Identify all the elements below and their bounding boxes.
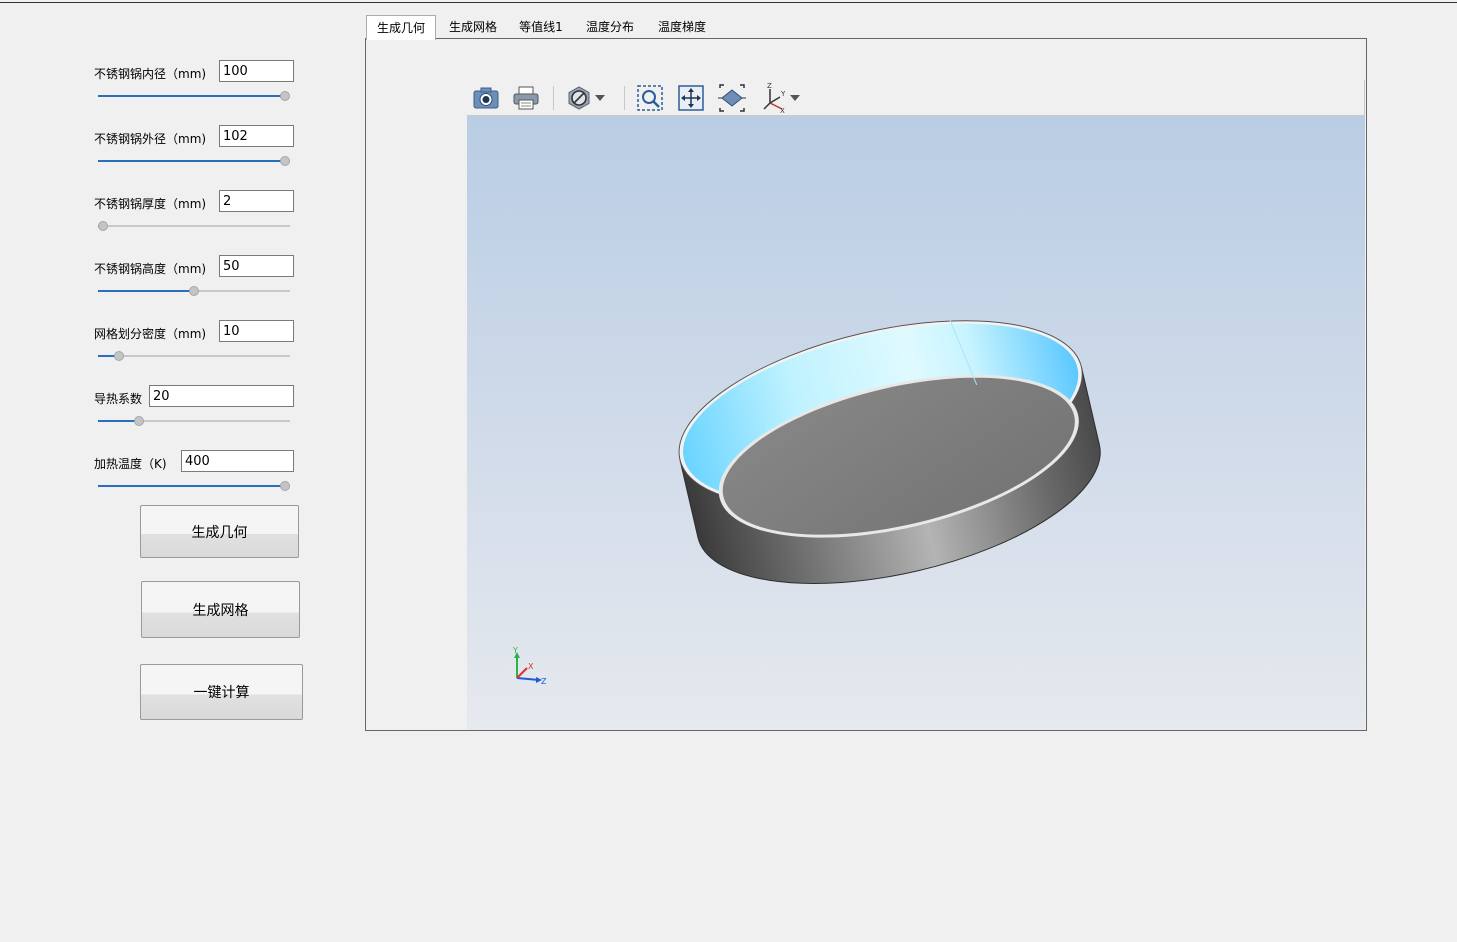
window-top-border <box>0 2 1457 3</box>
zoom-box-icon[interactable] <box>635 83 665 113</box>
3d-scene[interactable]: Y X Z <box>467 116 1365 730</box>
inner-diameter-label: 不锈钢锅内径（mm) <box>94 67 207 81</box>
mesh-density-slider[interactable] <box>98 351 290 361</box>
camera-icon[interactable] <box>471 83 501 113</box>
svg-text:X: X <box>780 107 785 113</box>
pan-icon[interactable] <box>676 83 706 113</box>
height-label: 不锈钢锅高度（mm) <box>94 262 207 276</box>
thickness-input[interactable] <box>219 190 294 212</box>
thermal-conductivity-slider[interactable] <box>98 416 290 426</box>
tab-temperature-distribution[interactable]: 温度分布 <box>578 15 642 39</box>
slider-fill <box>98 160 285 162</box>
tab-generate-geometry[interactable]: 生成几何 <box>366 15 436 40</box>
slider-groove <box>98 355 290 357</box>
inner-diameter-input[interactable] <box>219 60 294 82</box>
toolbar-separator <box>624 86 625 110</box>
slider-handle[interactable] <box>280 91 290 101</box>
slider-handle[interactable] <box>134 416 145 426</box>
print-icon[interactable] <box>511 83 541 113</box>
axis-z-label: Z <box>541 677 547 686</box>
slider-handle[interactable] <box>98 221 108 231</box>
one-click-compute-button[interactable]: 一键计算 <box>140 664 303 720</box>
outer-diameter-input[interactable] <box>219 125 294 147</box>
slider-handle[interactable] <box>114 351 125 361</box>
slider-fill <box>98 485 285 487</box>
pot-model <box>678 317 1101 584</box>
mesh-density-input[interactable] <box>219 320 294 342</box>
tab-generate-mesh[interactable]: 生成网格 <box>438 15 508 39</box>
axis-x-label: X <box>528 662 534 671</box>
svg-text:Y: Y <box>780 90 786 98</box>
tab-temperature-gradient[interactable]: 温度梯度 <box>650 15 714 39</box>
thickness-label: 不锈钢锅厚度（mm) <box>94 197 207 211</box>
heating-temperature-label: 加热温度（K) <box>94 457 167 471</box>
slider-fill <box>98 95 285 97</box>
slider-handle[interactable] <box>189 286 199 296</box>
axes-icon[interactable]: Z Y X <box>759 83 789 113</box>
mesh-density-label: 网格划分密度（mm) <box>94 327 207 341</box>
thermal-conductivity-input[interactable] <box>149 385 294 407</box>
outer-diameter-slider[interactable] <box>98 156 290 166</box>
slider-groove <box>98 225 290 227</box>
inner-diameter-slider[interactable] <box>98 91 290 101</box>
hide-icon[interactable] <box>564 83 594 113</box>
slider-fill <box>98 420 140 422</box>
svg-text:Z: Z <box>767 83 772 90</box>
heating-temperature-slider[interactable] <box>98 481 290 491</box>
dropdown-arrow-icon[interactable] <box>592 83 608 113</box>
dropdown-arrow-icon[interactable] <box>787 83 803 113</box>
toolbar-separator <box>553 86 554 110</box>
height-input[interactable] <box>219 255 294 277</box>
slider-handle[interactable] <box>280 156 290 166</box>
height-slider[interactable] <box>98 286 290 296</box>
heating-temperature-input[interactable] <box>181 450 294 472</box>
axis-y-label: Y <box>512 646 518 655</box>
thickness-slider[interactable] <box>98 221 290 231</box>
3d-viewer[interactable]: Z Y X Y X Z <box>467 80 1365 730</box>
generate-mesh-button[interactable]: 生成网格 <box>141 581 300 638</box>
viewer-toolbar: Z Y X <box>467 80 1365 116</box>
tab-contour-1[interactable]: 等值线1 <box>512 15 570 39</box>
thermal-conductivity-label: 导热系数 <box>94 392 143 406</box>
slider-handle[interactable] <box>280 481 290 491</box>
outer-diameter-label: 不锈钢锅外径（mm) <box>94 132 207 146</box>
fit-all-icon[interactable] <box>717 83 747 113</box>
axis-triad-icon: Y X Z <box>512 646 547 686</box>
generate-geometry-button[interactable]: 生成几何 <box>140 505 299 558</box>
slider-fill <box>98 290 194 292</box>
